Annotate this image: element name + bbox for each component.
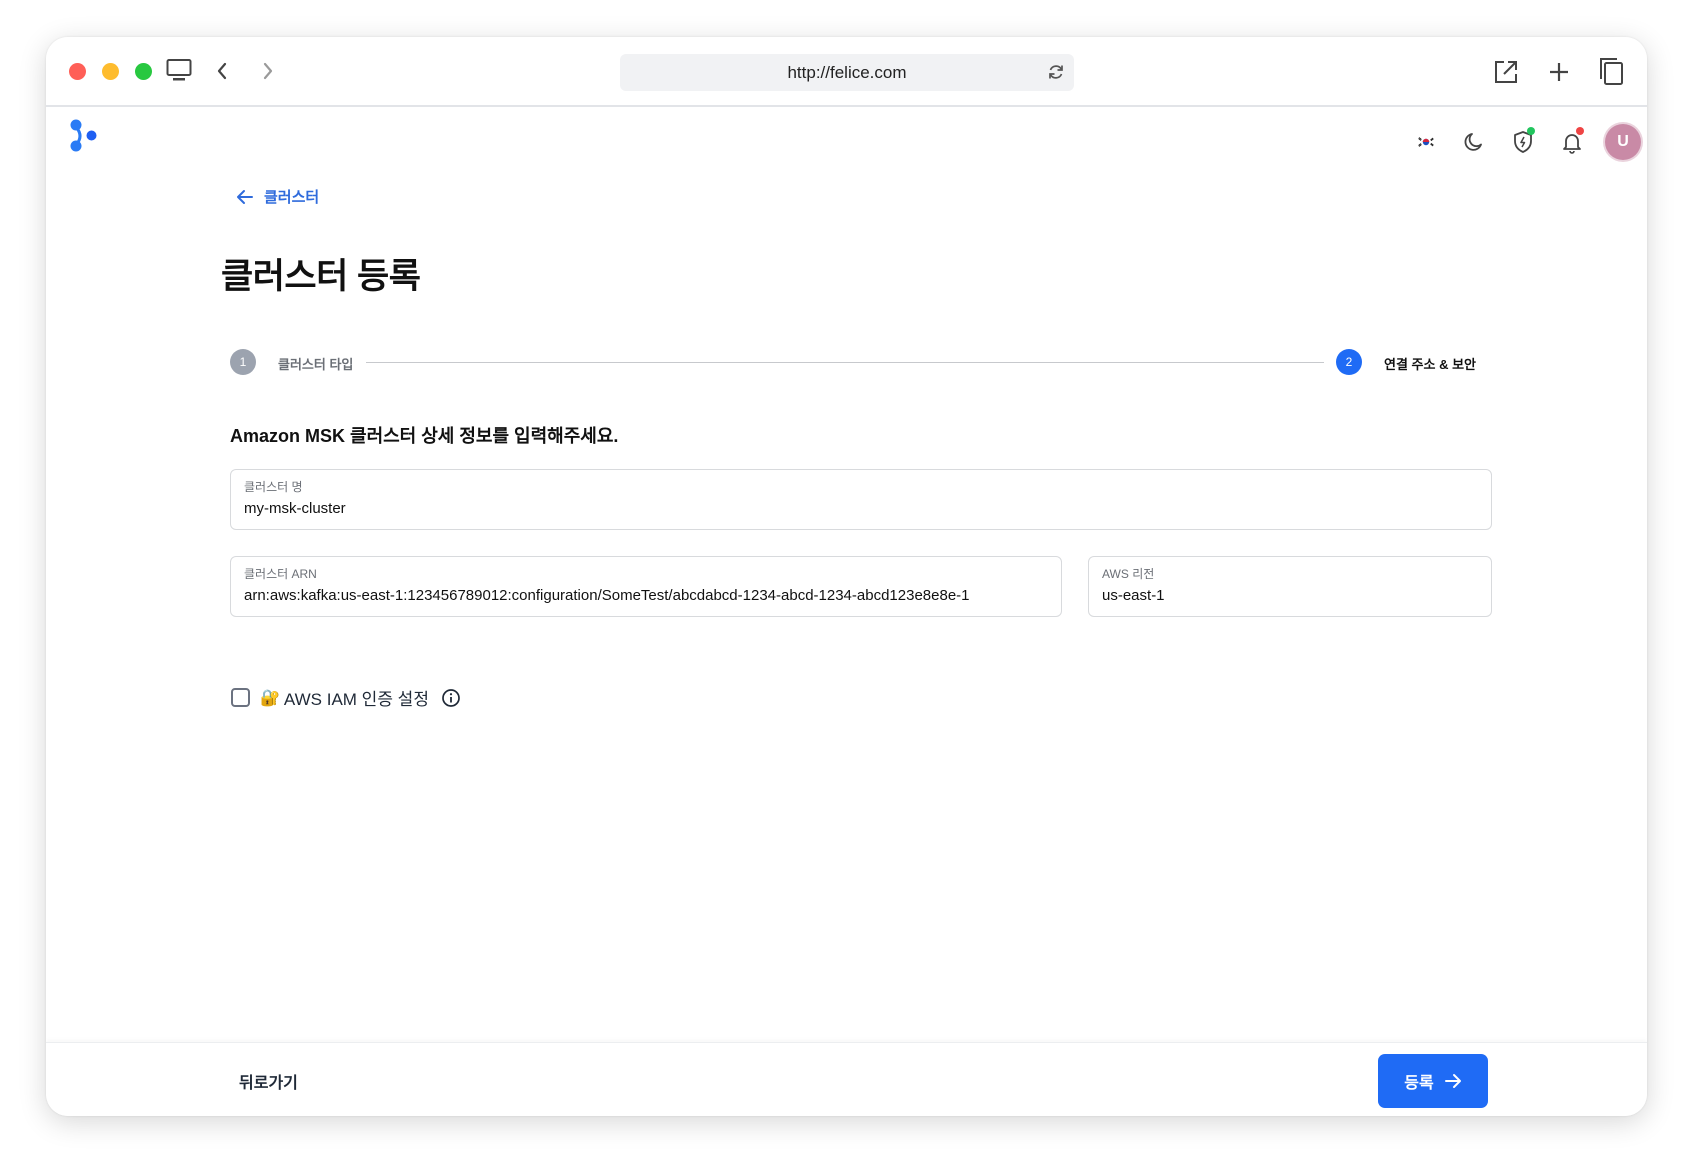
shield-status-badge [1527,127,1535,135]
open-external-icon[interactable] [1491,57,1521,87]
cluster-arn-field: 클러스터 ARN [230,556,1062,617]
step-1-label: 클러스터 타입 [278,357,354,372]
notification-badge [1576,127,1584,135]
url-text: http://felice.com [787,62,907,82]
back-to-clusters-link[interactable]: 클러스터 [236,186,319,207]
step-connector [366,362,1324,363]
display-icon[interactable] [166,57,192,83]
address-bar[interactable]: http://felice.com [620,54,1074,91]
form-footer: 뒤로가기 등록 [46,1042,1647,1116]
security-shield-icon[interactable] [1510,127,1536,155]
browser-window: http://felice.com U 클러스터 클러스터 등록 1 클러스터 … [46,37,1647,1116]
aws-region-input[interactable] [1102,587,1478,604]
user-avatar[interactable]: U [1605,124,1641,160]
step-2-label: 연결 주소 & 보안 [1384,357,1476,372]
reload-icon[interactable] [1046,62,1066,87]
register-button-label: 등록 [1404,1075,1434,1092]
step-2-indicator: 2 [1336,349,1362,375]
form-section-title: Amazon MSK 클러스터 상세 정보를 입력해주세요. [230,426,619,446]
copy-tabs-icon[interactable] [1595,55,1627,87]
iam-auth-row: 🔐 AWS IAM 인증 설정 [231,685,461,710]
cluster-name-label: 클러스터 명 [244,480,303,494]
new-tab-icon[interactable] [1544,57,1574,87]
stepper: 1 클러스터 타입 2 연결 주소 & 보안 [230,347,1492,377]
page-title: 클러스터 등록 [221,257,421,296]
iam-auth-checkbox[interactable] [231,688,250,707]
back-arrow-icon[interactable] [212,59,232,83]
register-button[interactable]: 등록 [1378,1054,1488,1108]
app-logo[interactable] [70,119,100,158]
iam-auth-label[interactable]: AWS IAM 인증 설정 [284,685,429,710]
cluster-arn-label: 클러스터 ARN [244,567,317,581]
info-icon[interactable] [441,688,461,708]
browser-toolbar: http://felice.com [46,37,1647,107]
forward-arrow-icon[interactable] [258,59,278,83]
cluster-name-input[interactable] [244,500,1478,517]
dark-mode-moon-icon[interactable] [1461,129,1487,155]
lock-icon: 🔐 [260,689,280,707]
back-button[interactable]: 뒤로가기 [239,1069,298,1093]
arrow-right-icon [1444,1074,1461,1088]
notification-bell-icon[interactable] [1559,127,1585,155]
cluster-name-field: 클러스터 명 [230,469,1492,530]
avatar-initial: U [1617,133,1629,150]
step-1-indicator: 1 [230,349,256,375]
maximize-window-button[interactable] [135,63,152,80]
back-link-label: 클러스터 [264,189,320,206]
aws-region-field: AWS 리전 [1088,556,1492,617]
arrow-left-icon [237,189,253,204]
cluster-arn-input[interactable] [244,587,1048,604]
aws-region-label: AWS 리전 [1102,567,1155,581]
minimize-window-button[interactable] [102,63,119,80]
korea-flag-icon[interactable] [1414,130,1438,154]
close-window-button[interactable] [69,63,86,80]
